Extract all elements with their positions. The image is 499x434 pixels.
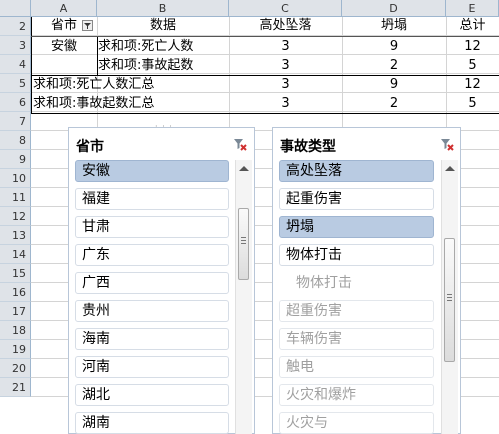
pivot-value: 9: [389, 39, 399, 54]
row-header[interactable]: 2: [0, 17, 31, 36]
province-slicer-item[interactable]: 湖南: [75, 412, 229, 434]
row-header[interactable]: 14: [0, 245, 31, 264]
pivot-value: 5: [468, 96, 477, 111]
pivot-value: 12: [464, 39, 481, 54]
pivot-row-label: 求和项:事故起数汇总: [33, 96, 155, 111]
province-slicer-item[interactable]: 贵州: [75, 300, 229, 322]
province-slicer-item[interactable]: 湖北: [75, 384, 229, 406]
clear-filter-icon[interactable]: [232, 136, 248, 152]
slicer-resize-handle[interactable]: · · ·: [155, 122, 173, 131]
accident-type-slicer-item[interactable]: 火灾和爆炸: [279, 384, 434, 406]
province-slicer-item[interactable]: 河南: [75, 356, 229, 378]
accident-type-slicer-item[interactable]: 触电: [279, 356, 434, 378]
row-header[interactable]: 19: [0, 340, 31, 359]
scroll-thumb[interactable]: [444, 238, 455, 362]
row-header[interactable]: 9: [0, 150, 31, 169]
pivot-row-label: 求和项:死亡人数: [98, 39, 194, 54]
row-header[interactable]: 15: [0, 264, 31, 283]
row-header[interactable]: 3: [0, 36, 31, 55]
column-header-d[interactable]: D: [342, 0, 446, 17]
pivot-row-label: 求和项:事故起数: [98, 58, 194, 73]
accident-type-slicer-item[interactable]: 高处坠落: [279, 160, 434, 182]
pivot-header-c: 高处坠落: [259, 18, 312, 33]
pivot-value: 12: [464, 77, 481, 92]
pivot-header-total: 总计: [459, 18, 486, 33]
pivot-value: 3: [281, 39, 290, 54]
pivot-value: 5: [468, 58, 477, 73]
row-header[interactable]: 4: [0, 55, 31, 74]
pivot-border: [31, 17, 32, 114]
pivot-border: [31, 75, 499, 76]
row-header[interactable]: 5: [0, 74, 31, 93]
accident-type-slicer-item[interactable]: 超重伤害: [279, 300, 434, 322]
province-slicer-item[interactable]: 甘肃: [75, 216, 229, 238]
filter-dropdown-icon[interactable]: [82, 20, 93, 31]
province-slicer[interactable]: · · · 省市 安徽福建甘肃广东广西贵州海南河南湖北湖南: [68, 122, 255, 434]
row-header[interactable]: 7: [0, 112, 31, 131]
column-header-e[interactable]: E: [446, 0, 499, 17]
province-slicer-item[interactable]: 广西: [75, 272, 229, 294]
accident-type-slicer-title: 事故类型: [280, 139, 336, 155]
pivot-header-data: 数据: [149, 18, 176, 33]
pivot-value: 3: [281, 77, 290, 92]
row-header[interactable]: 6: [0, 93, 31, 112]
row-header[interactable]: 12: [0, 207, 31, 226]
pivot-province-anhui: 安徽: [50, 39, 77, 54]
province-slicer-item[interactable]: 安徽: [75, 160, 229, 182]
pivot-header-d: 坍塌: [380, 18, 407, 33]
accident-type-slicer-item[interactable]: 火灾与: [279, 412, 434, 434]
pivot-border: [97, 36, 98, 75]
column-header-b[interactable]: B: [97, 0, 229, 17]
row-header[interactable]: 10: [0, 169, 31, 188]
province-slicer-item[interactable]: 广东: [75, 244, 229, 266]
pivot-border: [31, 36, 499, 37]
accident-type-slicer-item[interactable]: 坍塌: [279, 216, 434, 238]
row-header[interactable]: 16: [0, 283, 31, 302]
accident-type-slicer-item[interactable]: 起重伤害: [279, 188, 434, 210]
accident-type-slicer[interactable]: 事故类型 高处坠落 起重伤害 坍塌 物体打击 物体打击 超重伤害 车辆伤害 触电 火灾和爆炸 火灾…: [272, 127, 461, 434]
row-header[interactable]: 21: [0, 378, 31, 397]
row-header[interactable]: 20: [0, 359, 31, 378]
pivot-value: 3: [281, 96, 290, 111]
row-header[interactable]: 11: [0, 188, 31, 207]
province-slicer-item[interactable]: 福建: [75, 188, 229, 210]
accident-type-slicer-item[interactable]: 物体打击: [279, 272, 434, 294]
pivot-border: [31, 113, 499, 114]
row-header[interactable]: 13: [0, 226, 31, 245]
scroll-up-icon[interactable]: [239, 166, 249, 171]
pivot-value: 2: [389, 58, 399, 73]
column-header-a[interactable]: A: [31, 0, 97, 17]
accident-type-slicer-item[interactable]: 车辆伤害: [279, 328, 434, 350]
scroll-thumb[interactable]: [238, 208, 249, 280]
accident-type-scrollbar[interactable]: [441, 160, 458, 434]
scroll-up-icon[interactable]: [445, 166, 455, 171]
accident-type-slicer-item[interactable]: 物体打击: [279, 244, 434, 266]
row-header[interactable]: 8: [0, 131, 31, 150]
select-all-corner[interactable]: [0, 0, 31, 17]
province-scrollbar[interactable]: [235, 160, 252, 434]
row-header[interactable]: 17: [0, 302, 31, 321]
province-slicer-title: 省市: [76, 139, 104, 155]
column-header-c[interactable]: C: [229, 0, 342, 17]
pivot-value: 2: [389, 96, 399, 111]
pivot-row-label: 求和项:死亡人数汇总: [33, 77, 155, 92]
province-slicer-item[interactable]: 海南: [75, 328, 229, 350]
pivot-value: 9: [389, 77, 399, 92]
pivot-value: 3: [281, 58, 290, 73]
clear-filter-icon[interactable]: [439, 136, 455, 152]
row-header[interactable]: 18: [0, 321, 31, 340]
